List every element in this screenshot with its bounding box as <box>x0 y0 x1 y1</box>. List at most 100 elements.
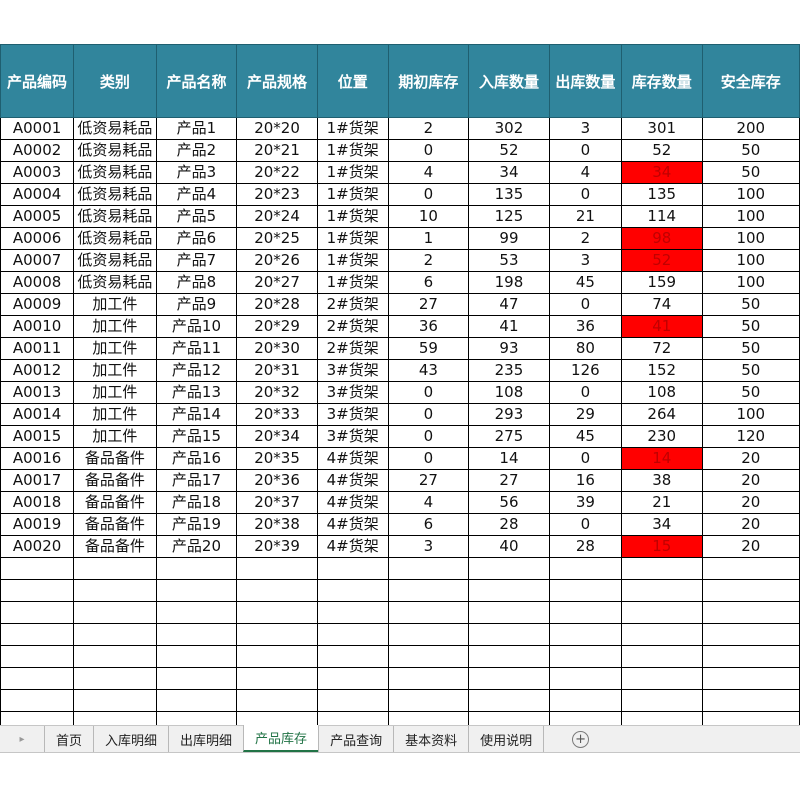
table-cell[interactable]: 52 <box>620 139 703 162</box>
empty-cell[interactable] <box>548 601 622 624</box>
table-cell[interactable]: 20*38 <box>236 513 318 536</box>
table-cell[interactable]: 0 <box>387 139 470 162</box>
table-cell[interactable]: 99 <box>468 227 550 250</box>
table-cell[interactable]: 28 <box>468 513 550 536</box>
table-cell[interactable]: 47 <box>468 293 550 316</box>
table-cell[interactable]: A0008 <box>0 271 75 294</box>
table-cell[interactable]: 4 <box>548 161 622 184</box>
table-cell[interactable]: 100 <box>701 249 800 272</box>
empty-cell[interactable] <box>387 557 470 580</box>
table-cell[interactable]: A0012 <box>0 359 75 382</box>
sheet-tab[interactable]: 产品库存 <box>243 725 319 752</box>
empty-cell[interactable] <box>701 667 800 690</box>
empty-cell[interactable] <box>73 579 157 602</box>
empty-cell[interactable] <box>548 557 622 580</box>
table-cell[interactable]: 3#货架 <box>316 425 389 448</box>
table-cell[interactable]: 56 <box>468 491 550 514</box>
sheet-tab[interactable]: 产品查询 <box>318 726 393 752</box>
table-cell[interactable]: 1#货架 <box>316 249 389 272</box>
empty-cell[interactable] <box>0 579 75 602</box>
table-cell[interactable]: 125 <box>468 205 550 228</box>
table-cell[interactable]: A0016 <box>0 447 75 470</box>
sheet-tab[interactable]: 首页 <box>44 726 93 752</box>
empty-cell[interactable] <box>73 601 157 624</box>
table-cell[interactable]: 100 <box>701 227 800 250</box>
empty-cell[interactable] <box>468 667 550 690</box>
table-cell[interactable]: 200 <box>701 117 800 140</box>
table-cell[interactable]: 275 <box>468 425 550 448</box>
table-cell[interactable]: A0018 <box>0 491 75 514</box>
table-cell[interactable]: 230 <box>620 425 703 448</box>
table-cell[interactable]: 264 <box>620 403 703 426</box>
empty-cell[interactable] <box>155 689 238 712</box>
table-cell[interactable]: 20*35 <box>236 447 318 470</box>
empty-cell[interactable] <box>236 645 318 668</box>
table-cell[interactable]: 产品10 <box>155 315 238 338</box>
empty-cell[interactable] <box>620 601 703 624</box>
table-cell[interactable]: 4#货架 <box>316 447 389 470</box>
table-cell[interactable]: 0 <box>387 403 470 426</box>
empty-cell[interactable] <box>0 689 75 712</box>
table-cell[interactable]: 20 <box>701 491 800 514</box>
table-cell[interactable]: A0002 <box>0 139 75 162</box>
table-cell[interactable]: 加工件 <box>73 315 157 338</box>
empty-cell[interactable] <box>155 645 238 668</box>
table-cell[interactable]: 14 <box>468 447 550 470</box>
table-cell[interactable]: 4#货架 <box>316 513 389 536</box>
table-cell[interactable]: 产品1 <box>155 117 238 140</box>
table-cell[interactable]: 36 <box>387 315 470 338</box>
table-cell[interactable]: A0014 <box>0 403 75 426</box>
table-cell[interactable]: 产品18 <box>155 491 238 514</box>
empty-cell[interactable] <box>701 689 800 712</box>
table-cell[interactable]: 低资易耗品 <box>73 183 157 206</box>
table-cell[interactable]: 20 <box>701 535 800 558</box>
empty-cell[interactable] <box>620 579 703 602</box>
table-cell[interactable]: 52 <box>468 139 550 162</box>
table-cell[interactable]: 20*36 <box>236 469 318 492</box>
table-cell[interactable]: 20*27 <box>236 271 318 294</box>
empty-cell[interactable] <box>387 579 470 602</box>
empty-cell[interactable] <box>316 689 389 712</box>
table-cell[interactable]: 14 <box>620 447 703 470</box>
table-cell[interactable]: A0005 <box>0 205 75 228</box>
column-header[interactable]: 产品规格 <box>236 44 318 118</box>
table-cell[interactable]: 45 <box>548 271 622 294</box>
table-cell[interactable]: 20*31 <box>236 359 318 382</box>
table-cell[interactable]: 加工件 <box>73 359 157 382</box>
table-cell[interactable]: 产品5 <box>155 205 238 228</box>
table-cell[interactable]: 20 <box>701 447 800 470</box>
table-cell[interactable]: 20*28 <box>236 293 318 316</box>
empty-cell[interactable] <box>316 557 389 580</box>
table-cell[interactable]: A0007 <box>0 249 75 272</box>
table-cell[interactable]: 74 <box>620 293 703 316</box>
table-cell[interactable]: 52 <box>620 249 703 272</box>
table-cell[interactable]: 16 <box>548 469 622 492</box>
table-cell[interactable]: 备品备件 <box>73 447 157 470</box>
table-cell[interactable]: 2#货架 <box>316 337 389 360</box>
table-cell[interactable]: 20*33 <box>236 403 318 426</box>
table-cell[interactable]: 27 <box>468 469 550 492</box>
sheet-tab[interactable]: 使用说明 <box>468 726 545 752</box>
table-cell[interactable]: 产品11 <box>155 337 238 360</box>
empty-cell[interactable] <box>73 557 157 580</box>
table-cell[interactable]: 产品19 <box>155 513 238 536</box>
empty-cell[interactable] <box>387 645 470 668</box>
empty-cell[interactable] <box>387 667 470 690</box>
table-cell[interactable]: 1#货架 <box>316 227 389 250</box>
column-header[interactable]: 出库数量 <box>548 44 622 118</box>
table-cell[interactable]: 0 <box>548 381 622 404</box>
empty-cell[interactable] <box>236 667 318 690</box>
table-cell[interactable]: 27 <box>387 469 470 492</box>
table-cell[interactable]: 0 <box>548 183 622 206</box>
table-cell[interactable]: 3 <box>548 117 622 140</box>
empty-cell[interactable] <box>548 645 622 668</box>
table-cell[interactable]: 41 <box>468 315 550 338</box>
empty-cell[interactable] <box>620 557 703 580</box>
table-cell[interactable]: 2#货架 <box>316 293 389 316</box>
table-cell[interactable]: 备品备件 <box>73 491 157 514</box>
table-cell[interactable]: 21 <box>548 205 622 228</box>
table-cell[interactable]: 135 <box>468 183 550 206</box>
add-sheet-button[interactable]: + <box>572 726 590 752</box>
empty-cell[interactable] <box>548 623 622 646</box>
table-cell[interactable]: 3 <box>387 535 470 558</box>
